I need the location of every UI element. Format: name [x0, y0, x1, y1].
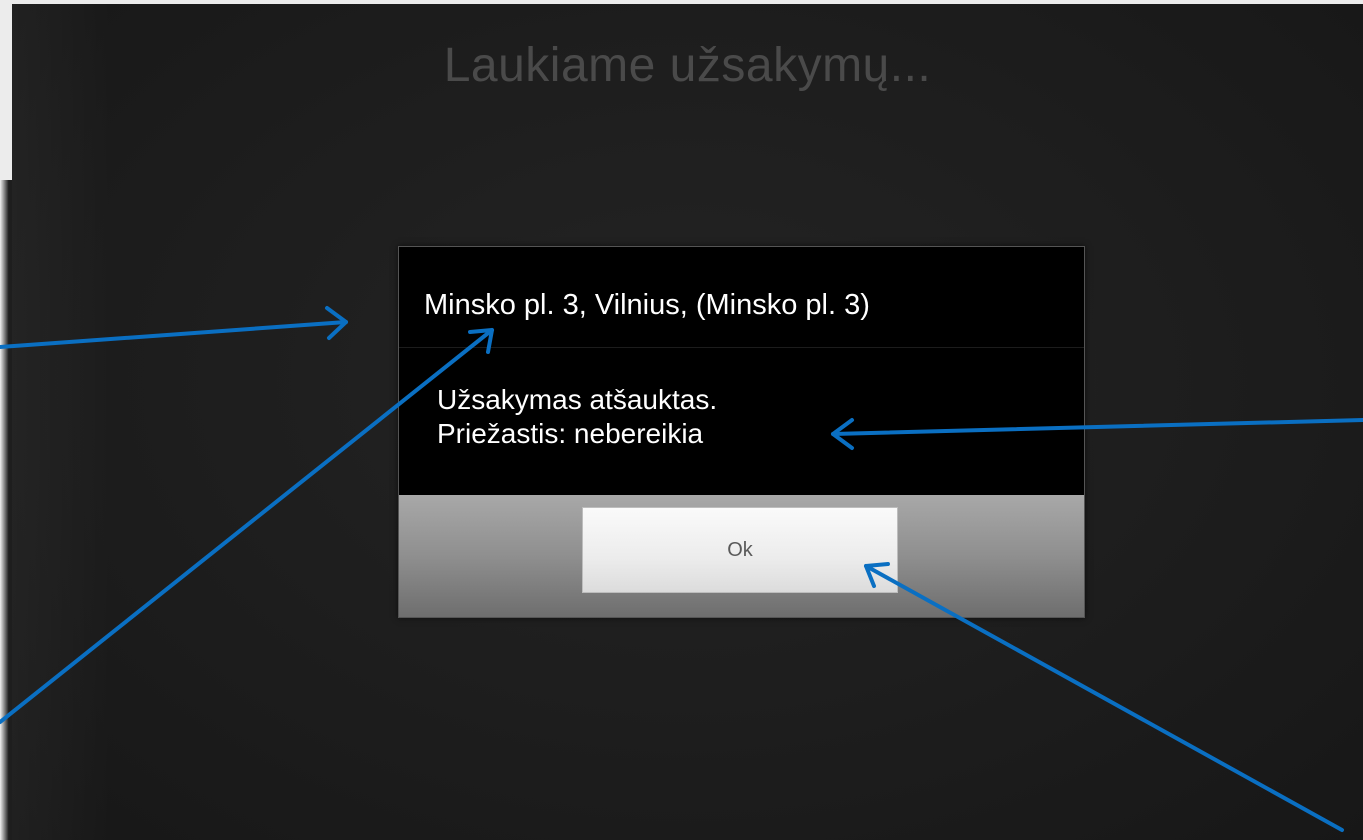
- dialog-body: Užsakymas atšauktas. Priežastis: neberei…: [399, 348, 1084, 494]
- cancel-reason-line: Priežastis: nebereikia: [437, 418, 704, 449]
- ok-button[interactable]: Ok: [582, 507, 898, 593]
- dialog-button-bar: Ok: [399, 495, 1084, 617]
- cancel-message-line: Užsakymas atšauktas.: [437, 384, 718, 415]
- dialog-title-address: Minsko pl. 3, Vilnius, (Minsko pl. 3): [424, 289, 870, 321]
- dialog-message: Užsakymas atšauktas. Priežastis: neberei…: [437, 383, 717, 451]
- screen-edge-fade: [12, 4, 112, 840]
- order-cancelled-dialog: Minsko pl. 3, Vilnius, (Minsko pl. 3) Už…: [398, 246, 1085, 618]
- waiting-status-title: Laukiame užsakymų...: [443, 39, 932, 92]
- dialog-header: Minsko pl. 3, Vilnius, (Minsko pl. 3): [399, 247, 1084, 348]
- page: Laukiame užsakymų... Minsko pl. 3, Vilni…: [0, 0, 1363, 840]
